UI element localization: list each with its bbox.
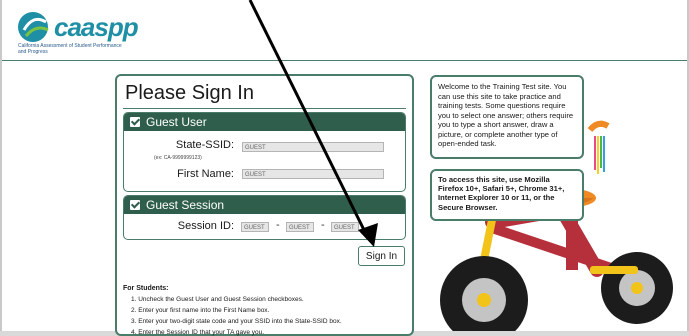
session-dash-1: -: [276, 219, 280, 231]
session-dash-2: -: [321, 219, 325, 231]
logo-subtitle: California Assessment of Student Perform…: [18, 43, 122, 55]
ssid-hint: (ex: CA-9999999123): [154, 155, 202, 161]
session-id-part1[interactable]: GUEST: [241, 222, 269, 232]
guest-user-label: Guest User: [146, 115, 207, 129]
browser-requirements-callout: To access this site, use Mozilla Firefox…: [430, 169, 584, 221]
instruction-step: 2. Enter your first name into the First …: [131, 307, 270, 314]
guest-session-section: Guest Session Session ID: GUEST - GUEST …: [123, 195, 406, 240]
guest-session-label: Guest Session: [146, 198, 225, 212]
session-id-label: Session ID:: [177, 220, 234, 232]
logo-mark-icon: [18, 12, 49, 42]
guest-user-header: Guest User: [124, 113, 405, 131]
ssid-label: State-SSID:: [175, 139, 234, 151]
sign-in-button[interactable]: Sign In: [358, 246, 405, 266]
page: caaspp California Assessment of Student …: [0, 0, 689, 336]
sign-in-panel: Please Sign In Guest User State-SSID: (e…: [115, 74, 414, 336]
instructions-title: For Students:: [123, 285, 169, 292]
session-id-part3[interactable]: GUEST: [331, 222, 359, 232]
instruction-step: 1. Uncheck the Guest User and Guest Sess…: [131, 296, 304, 303]
welcome-callout: Welcome to the Training Test site. You c…: [430, 75, 584, 159]
first-name-label: First Name:: [177, 168, 234, 180]
guest-user-checkbox[interactable]: [130, 117, 140, 127]
guest-session-header: Guest Session: [124, 196, 405, 214]
first-name-field[interactable]: GUEST: [242, 169, 384, 179]
title-divider: [123, 108, 406, 109]
guest-session-checkbox[interactable]: [130, 200, 140, 210]
instruction-step: 3. Enter your two-digit state code and y…: [131, 318, 342, 325]
site-header: caaspp California Assessment of Student …: [2, 0, 687, 61]
caaspp-logo[interactable]: caaspp California Assessment of Student …: [16, 10, 139, 56]
guest-user-section: Guest User State-SSID: (ex: CA-999999912…: [123, 112, 406, 192]
instruction-step: 4. Enter the Session ID that your TA gav…: [131, 329, 265, 336]
logo-word: caaspp: [54, 12, 139, 42]
ssid-field[interactable]: GUEST: [242, 142, 384, 152]
page-title: Please Sign In: [125, 82, 254, 104]
session-id-part2[interactable]: GUEST: [286, 222, 314, 232]
